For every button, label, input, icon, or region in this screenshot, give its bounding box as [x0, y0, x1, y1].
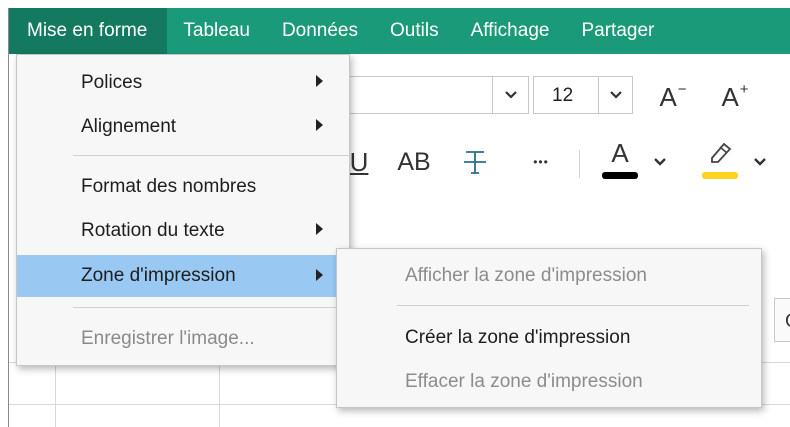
menu-item-alignement[interactable]: Alignement [17, 107, 349, 147]
strikethrough-button[interactable] [455, 144, 495, 180]
submenu-arrow-icon [316, 223, 323, 235]
menu-outils[interactable]: Outils [374, 8, 455, 54]
chevron-down-icon[interactable] [598, 77, 632, 113]
menu-bar: Mise en forme Tableau Données Outils Aff… [9, 8, 790, 54]
print-area-submenu: Afficher la zone d'impression Créer la z… [336, 248, 762, 408]
menu-tableau[interactable]: Tableau [167, 8, 266, 54]
chevron-down-icon[interactable] [492, 77, 528, 113]
highlighter-icon [711, 142, 732, 163]
menu-item-afficher-zone-impression[interactable]: Afficher la zone d'impression [337, 255, 761, 297]
chevron-down-icon[interactable] [753, 154, 767, 171]
menu-partager[interactable]: Partager [565, 8, 670, 54]
menu-donnees[interactable]: Données [266, 8, 374, 54]
strikethrough-icon [464, 151, 486, 174]
menu-item-rotation-du-texte[interactable]: Rotation du texte [17, 211, 349, 251]
toolbar-divider [579, 150, 580, 178]
text-color-swatch [602, 172, 638, 179]
submenu-arrow-icon [316, 269, 323, 281]
increase-font-size-button[interactable]: A + [715, 80, 755, 114]
decrease-font-icon: A [659, 81, 677, 112]
more-options-button[interactable]: ••• [523, 150, 559, 174]
submenu-arrow-icon [316, 119, 323, 131]
menu-mise-en-forme[interactable]: Mise en forme [9, 8, 168, 54]
chevron-down-icon[interactable] [653, 154, 667, 171]
menu-item-enregistrer-l-image[interactable]: Enregistrer l'image... [17, 319, 349, 359]
format-menu-dropdown: Polices Alignement Format des nombres Ro… [16, 54, 350, 366]
caps-icon: AB [397, 147, 431, 176]
highlight-color-button[interactable] [703, 136, 739, 168]
caps-button[interactable]: AB [389, 144, 439, 180]
underline-button[interactable]: U [347, 144, 371, 180]
menu-separator [73, 155, 349, 156]
ellipsis-icon: ••• [533, 155, 549, 169]
decrease-font-size-button[interactable]: A − [653, 80, 693, 114]
menu-item-effacer-zone-impression[interactable]: Effacer la zone d'impression [337, 361, 761, 403]
font-size-combo[interactable]: 12 [533, 76, 633, 114]
font-size-value: 12 [552, 85, 574, 106]
text-color-icon: A [611, 137, 629, 168]
menu-affichage[interactable]: Affichage [455, 8, 566, 54]
highlight-color-swatch [702, 172, 738, 179]
submenu-arrow-icon [316, 75, 323, 87]
text-color-button[interactable]: A [603, 138, 637, 168]
column-header-g[interactable]: G [774, 298, 790, 342]
menu-item-creer-zone-impression[interactable]: Créer la zone d'impression [337, 317, 761, 359]
underline-icon: U [349, 146, 369, 177]
increase-font-icon: A [721, 81, 739, 112]
menu-item-zone-d-impression[interactable]: Zone d'impression [17, 255, 349, 297]
menu-separator [397, 305, 749, 306]
menu-separator [73, 307, 349, 308]
font-family-combo[interactable] [349, 76, 529, 114]
menu-item-polices[interactable]: Polices [17, 63, 349, 103]
menu-item-format-des-nombres[interactable]: Format des nombres [17, 167, 349, 207]
